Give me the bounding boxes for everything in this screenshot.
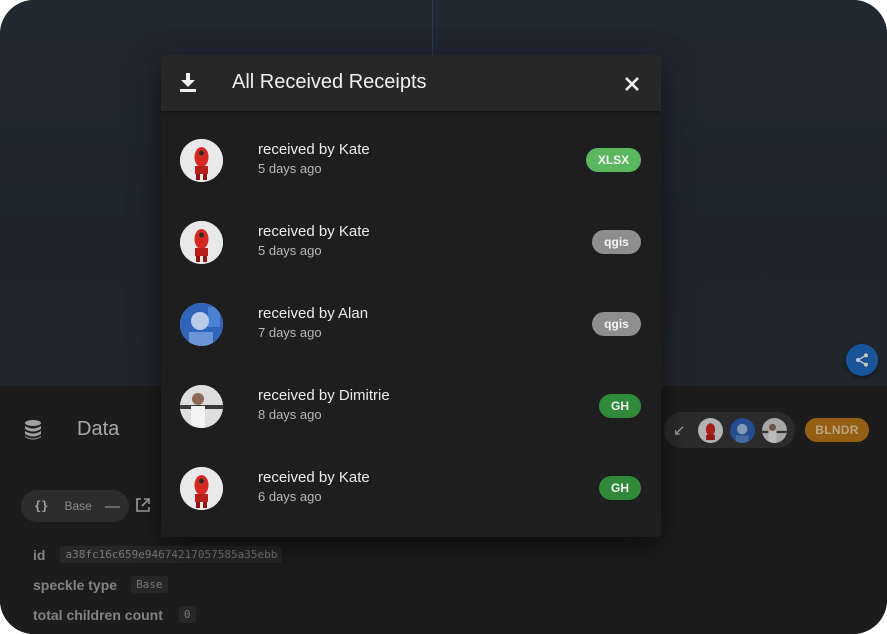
receipt-user: received by Dimitrie [258, 387, 390, 404]
receipt-user: received by Alan [258, 305, 369, 322]
dialog-header: All Received Receipts [161, 55, 661, 111]
receipt-time: 5 days ago [258, 161, 322, 176]
receipt-item[interactable]: received by Kate 6 days ago GH [161, 459, 661, 519]
avatar-alan [180, 303, 223, 346]
receipt-item[interactable]: received by Alan 7 days ago qgis [161, 295, 661, 355]
receipt-time: 5 days ago [258, 243, 322, 258]
receipt-time: 7 days ago [258, 325, 322, 340]
receipt-user: received by Kate [258, 223, 370, 240]
receipt-user: received by Kate [258, 141, 370, 158]
receipt-time: 8 days ago [258, 407, 322, 422]
download-icon [179, 73, 197, 93]
source-app-chip[interactable]: GH [599, 476, 641, 500]
avatar-dimitrie [180, 385, 223, 428]
receipt-item[interactable]: received by Dimitrie 8 days ago GH [161, 377, 661, 437]
receipt-item[interactable]: received by Kate 5 days ago qgis [161, 213, 661, 273]
app-frame: Data ↙ BLNDR {} Base — id a38fc16c659e94… [0, 0, 887, 634]
source-app-chip[interactable]: qgis [592, 230, 641, 254]
source-app-chip[interactable]: GH [599, 394, 641, 418]
dialog-title: All Received Receipts [232, 71, 427, 93]
source-app-chip[interactable]: qgis [592, 312, 641, 336]
received-receipts-dialog: All Received Receipts received by Kate 5… [161, 55, 661, 537]
avatar-kate [180, 139, 223, 182]
close-button[interactable] [621, 73, 643, 95]
receipt-user: received by Kate [258, 469, 370, 486]
avatar-kate [180, 221, 223, 264]
source-app-chip[interactable]: XLSX [586, 148, 641, 172]
close-icon [625, 77, 639, 91]
avatar-kate [180, 467, 223, 510]
receipt-item[interactable]: received by Kate 5 days ago XLSX [161, 131, 661, 191]
receipt-time: 6 days ago [258, 489, 322, 504]
